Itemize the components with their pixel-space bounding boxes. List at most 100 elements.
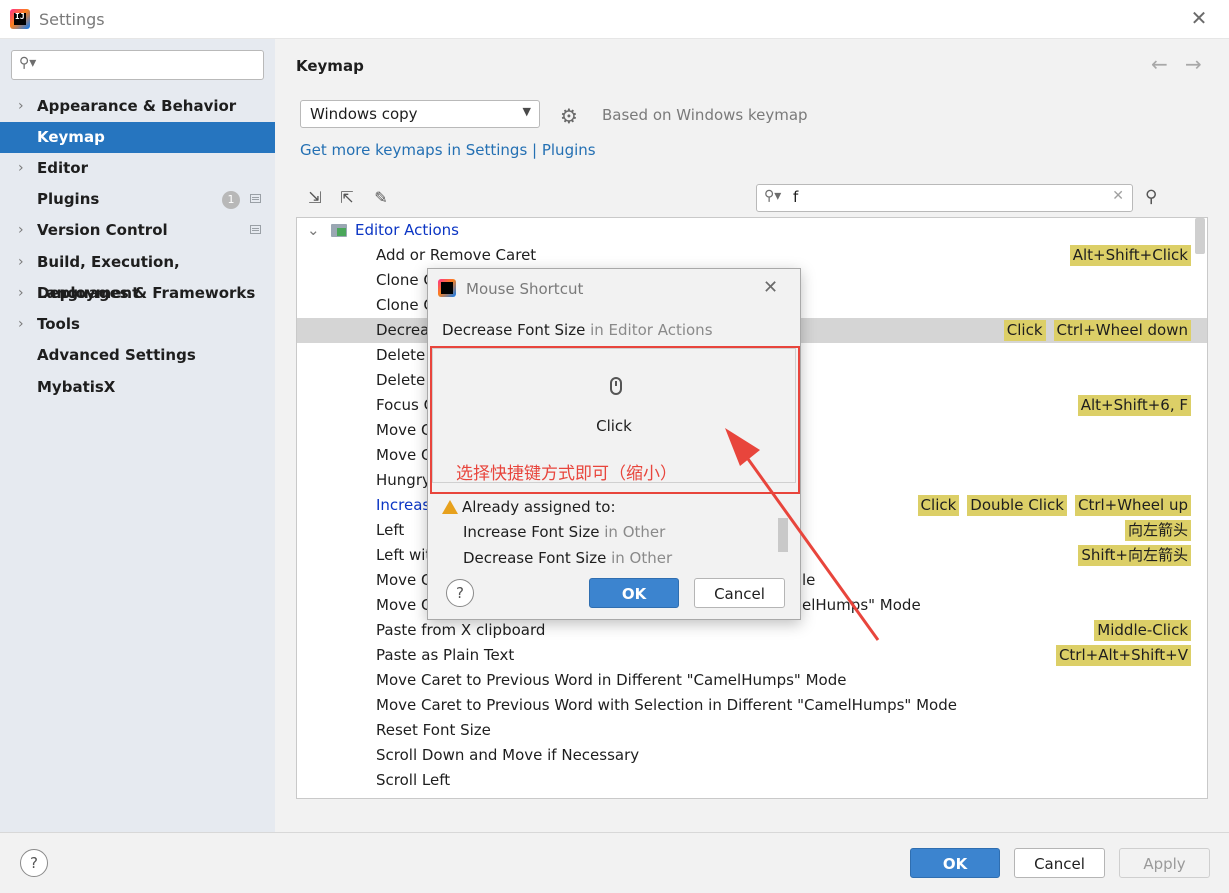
shortcut-chip: 向左箭头 [1124,520,1191,541]
shortcut-chip: Ctrl+Alt+Shift+V [1055,645,1191,666]
sidebar-item-label: Tools [37,315,80,333]
sidebar-item-version-control[interactable]: › Version Control [0,215,275,246]
assigned-item: Increase Font Size in Other [463,523,665,541]
action-name: Clone C [376,296,434,314]
shortcut-chip: Middle-Click [1094,620,1191,641]
tree-row[interactable]: Scroll Down and Move if Necessary [297,743,1207,768]
shortcut-chip: Alt+Shift+6, F [1077,395,1191,416]
dialog-scrollbar[interactable] [778,518,788,552]
shortcut-list: Middle-Click [1094,620,1191,641]
assigned-name: Decrease Font Size [463,549,607,567]
shortcut-chip: Ctrl+Wheel up [1074,495,1191,516]
chevron-down-icon[interactable]: ⌄ [307,218,320,243]
action-name: Left wit [376,546,432,564]
assigned-context: in Other [611,549,673,567]
tree-row[interactable]: Paste as Plain Text Ctrl+Alt+Shift+V [297,643,1207,668]
mouse-shortcut-dialog: Mouse Shortcut ✕ Decrease Font Size in E… [427,268,801,620]
action-name: Move C [376,446,432,464]
window-title: Settings [39,10,105,29]
action-name: Decrease Font Size [442,321,586,339]
tree-row[interactable]: Reset Font Size [297,718,1207,743]
sidebar-search-input[interactable]: ⚲▾ [11,50,264,80]
sidebar-item-plugins[interactable]: Plugins 1 [0,184,275,215]
action-name: Clone C [376,271,434,289]
shortcut-chip: Click [1003,320,1046,341]
collapse-all-icon[interactable]: ⇱ [336,187,358,209]
tree-row[interactable]: Move Caret to Previous Word in Different… [297,668,1207,693]
action-name-suffix: le [802,571,816,589]
assigned-context: in Other [604,523,666,541]
forward-arrow-icon[interactable]: → [1185,52,1202,76]
action-name: Decrea [376,321,430,339]
sidebar-item-appearance-behavior[interactable]: › Appearance & Behavior [0,91,275,122]
chevron-right-icon[interactable]: › [18,153,24,184]
chevron-right-icon[interactable]: › [18,215,24,246]
tree-row[interactable]: Scroll Left [297,768,1207,793]
annotation-text: 选择快捷键方式即可（缩小） [456,464,677,484]
sidebar-item-languages-frameworks[interactable]: › Languages & Frameworks [0,278,275,309]
sidebar-item-label: Plugins [37,190,100,208]
action-name-suffix: elHumps" Mode [802,596,921,614]
chevron-down-icon: ▼ [522,105,531,118]
group-label: Editor Actions [355,221,459,239]
help-button[interactable]: ? [20,849,48,877]
gear-icon[interactable]: ⚙ [560,104,578,128]
dialog-help-button[interactable]: ? [446,579,474,607]
sidebar-item-advanced-settings[interactable]: Advanced Settings [0,340,275,371]
action-name: Delete [376,371,426,389]
edit-pencil-icon[interactable]: ✎ [370,187,392,209]
action-name: Scroll Left [376,771,451,789]
chevron-right-icon[interactable]: › [18,309,24,340]
page-title: Keymap [296,57,364,75]
tree-row[interactable]: Move Caret to Previous Word with Selecti… [297,693,1207,718]
action-name: Hungry [376,471,431,489]
based-on-label: Based on Windows keymap [602,106,808,124]
chevron-right-icon[interactable]: › [18,247,24,278]
sidebar-item-build-execution-deployment[interactable]: › Build, Execution, Deployment [0,247,275,302]
tree-group-row[interactable]: ⌄ Editor Actions [297,218,1207,243]
sidebar-item-keymap[interactable]: Keymap [0,122,275,153]
expand-all-icon[interactable]: ⇲ [304,187,326,209]
action-name: Move C [376,571,432,589]
tree-scrollbar[interactable] [1195,218,1205,254]
sidebar-item-label: Keymap [37,128,105,146]
chevron-right-icon[interactable]: › [18,278,24,309]
back-arrow-icon[interactable]: ← [1151,52,1168,76]
action-name: Delete [376,346,426,364]
close-icon[interactable]: ✕ [763,277,778,298]
conflict-warning: Already assigned to: [442,498,616,516]
action-name: Scroll Down and Move if Necessary [376,746,640,764]
keymap-select[interactable]: Windows copy ▼ [300,100,540,128]
clear-icon[interactable]: ✕ [1112,188,1124,204]
action-name: Increas [376,496,431,514]
warning-text: Already assigned to: [462,498,616,516]
sidebar-item-label: Advanced Settings [37,346,196,364]
sidebar-item-tools[interactable]: › Tools [0,309,275,340]
action-name: Paste from X clipboard [376,621,546,639]
warning-icon [442,500,458,514]
keymap-search-input[interactable]: ⚲▾ f ✕ [756,184,1133,212]
chevron-right-icon[interactable]: › [18,91,24,122]
ok-button[interactable]: OK [910,848,1000,878]
shortcut-list: Alt+Shift+6, F [1077,395,1191,416]
dialog-cancel-button[interactable]: Cancel [694,578,785,608]
cancel-button[interactable]: Cancel [1014,848,1105,878]
find-by-shortcut-icon[interactable]: ⚲ [1145,187,1157,207]
sidebar-item-label: Languages & Frameworks [37,284,256,302]
shortcut-chip: Shift+向左箭头 [1078,545,1191,566]
get-more-keymaps-link[interactable]: Get more keymaps in Settings | Plugins [300,141,596,159]
intellij-logo-icon [438,279,456,297]
shortcut-list: Shift+向左箭头 [1078,545,1191,566]
close-icon[interactable]: ✕ [1188,6,1210,30]
tree-row[interactable]: Paste from X clipboard Middle-Click [297,618,1207,643]
action-name: Focus C [376,396,435,414]
dialog-ok-button[interactable]: OK [589,578,679,608]
sidebar-item-mybatisx[interactable]: MybatisX [0,372,275,403]
apply-button[interactable]: Apply [1119,848,1210,878]
action-name: Reset Font Size [376,721,491,739]
action-name: Left [376,521,405,539]
folder-icon [331,224,347,237]
sidebar-item-editor[interactable]: › Editor [0,153,275,184]
shortcut-list: Alt+Shift+Click [1069,245,1191,266]
tree-row[interactable]: Add or Remove Caret Alt+Shift+Click [297,243,1207,268]
